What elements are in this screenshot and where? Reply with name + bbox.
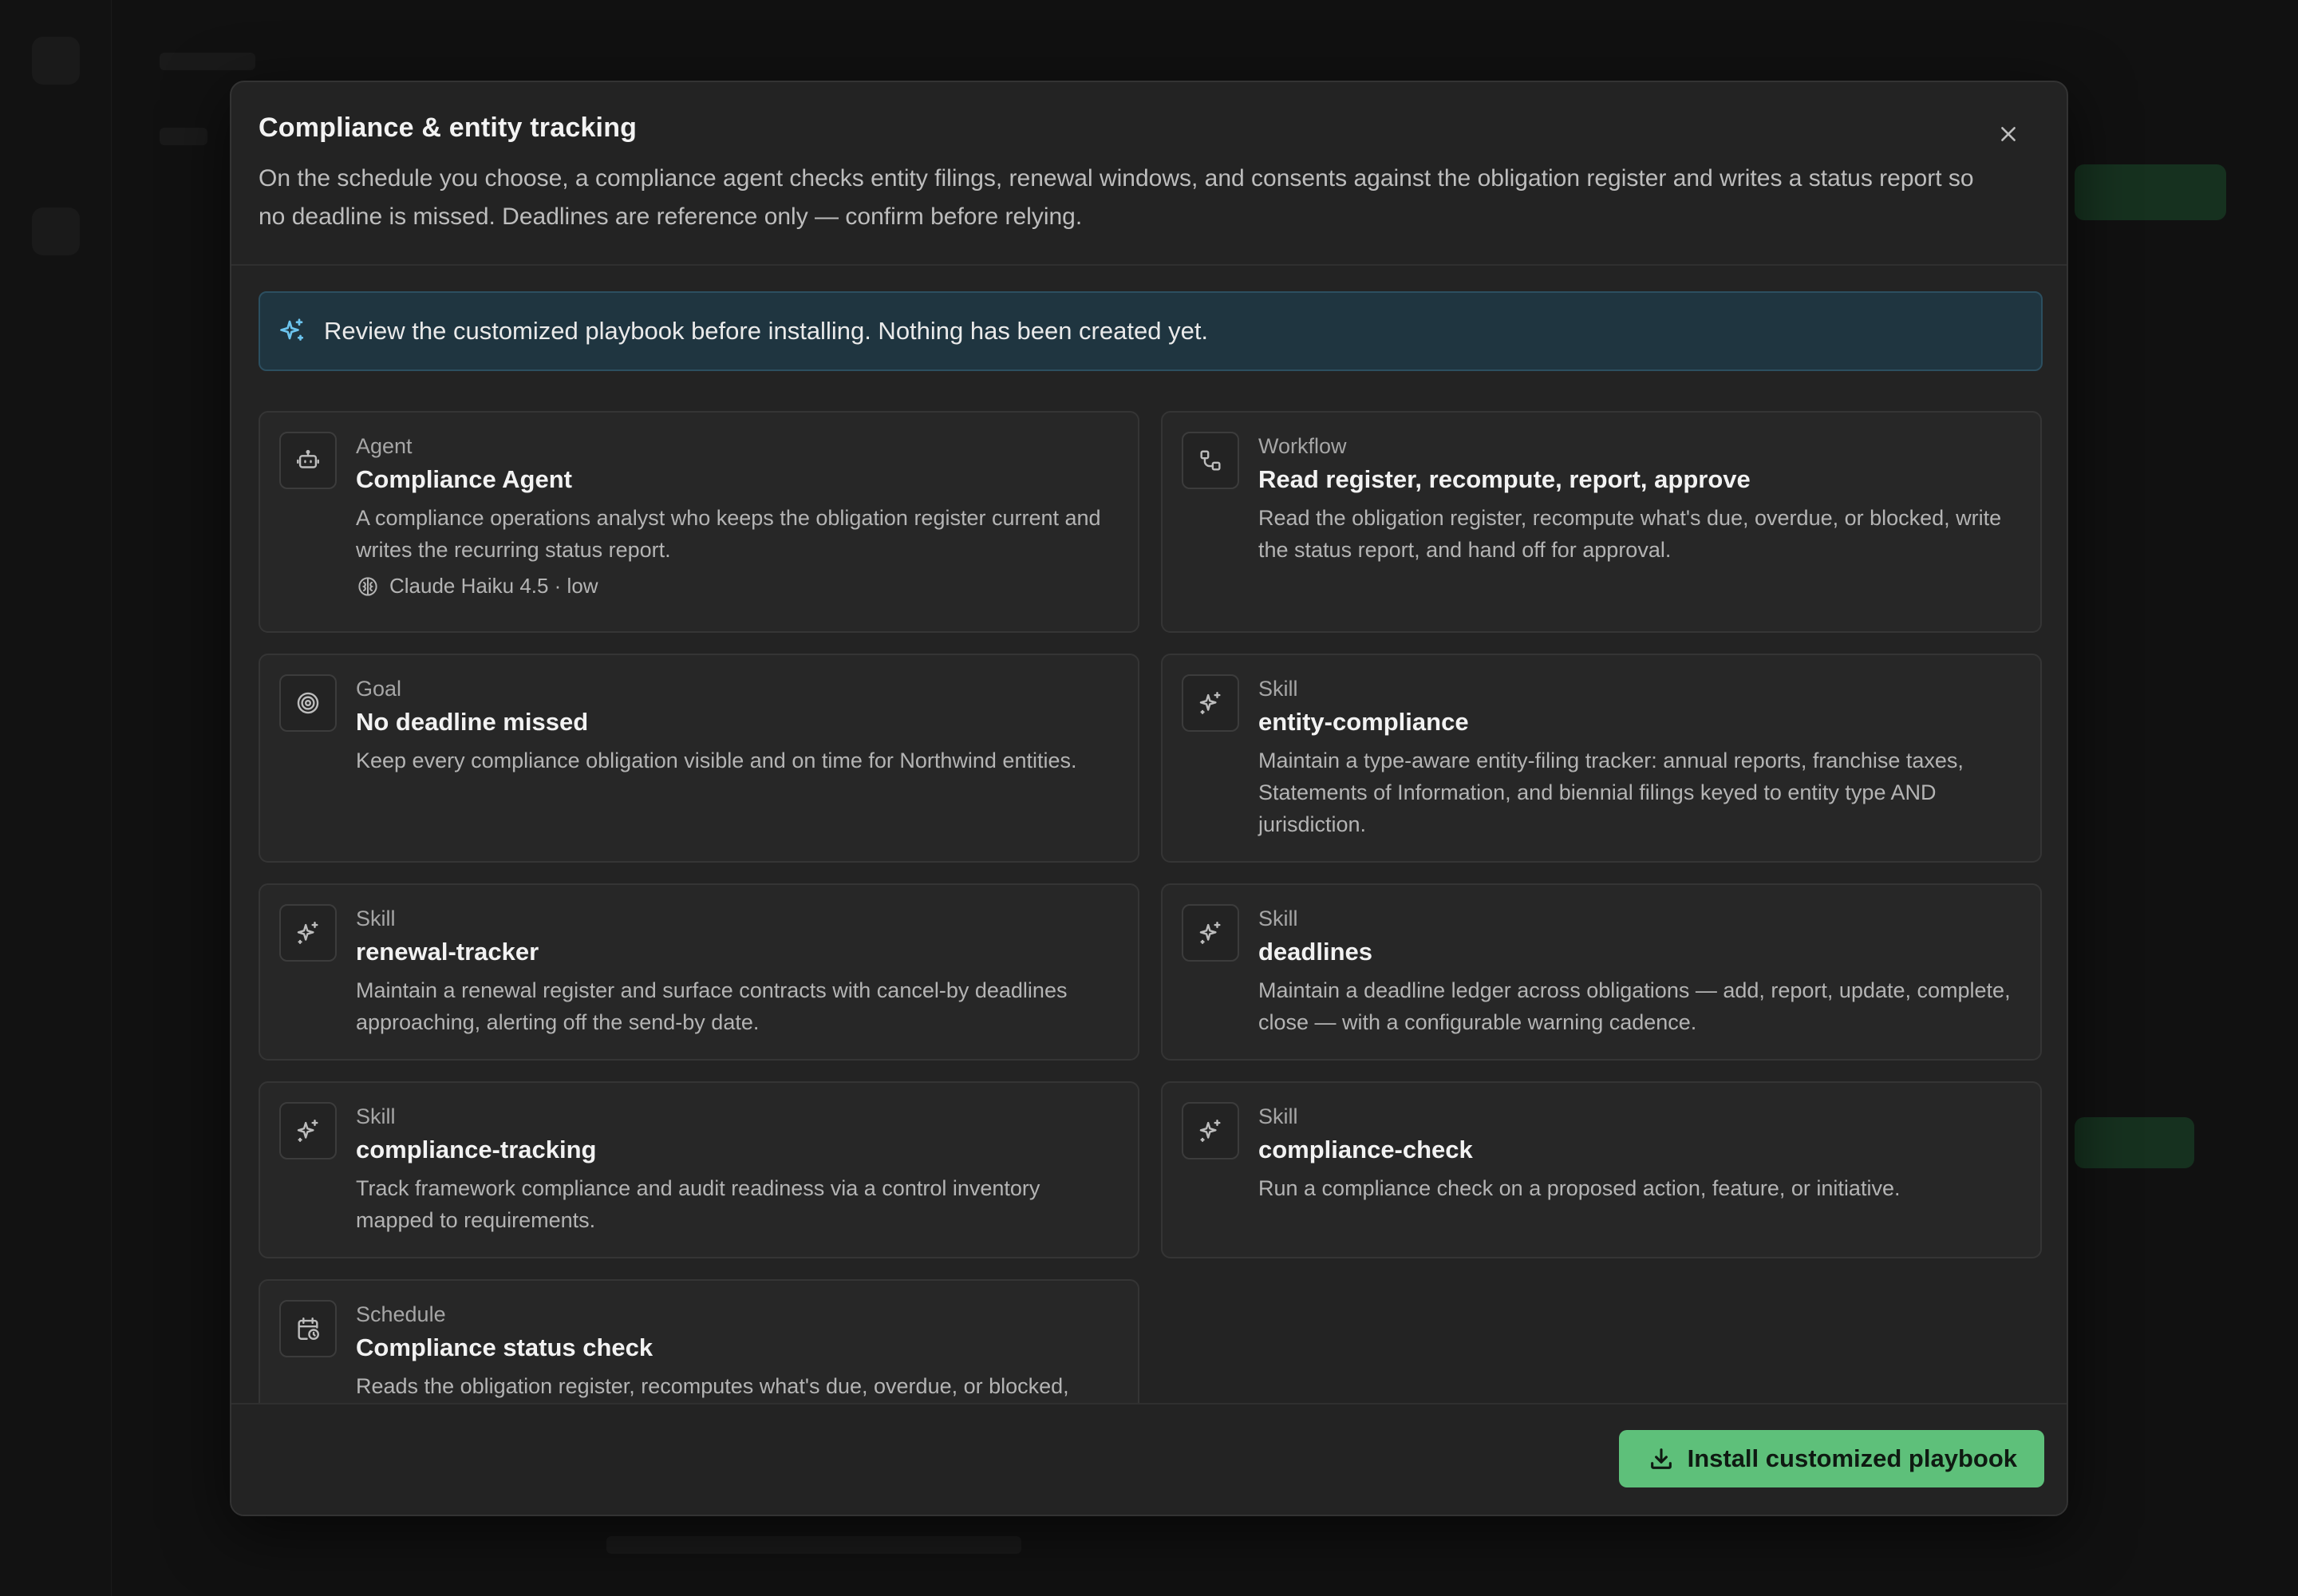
brain-icon	[356, 575, 380, 598]
background-text	[160, 128, 207, 145]
item-description: Maintain a type-aware entity-filing trac…	[1258, 749, 1964, 836]
sparkles-icon	[1182, 1102, 1239, 1159]
item-title: entity-compliance	[1258, 708, 1469, 736]
notice-text: Review the customized playbook before in…	[324, 317, 1209, 345]
robot-icon	[279, 432, 337, 489]
item-kind: Schedule	[356, 1302, 446, 1326]
playbook-items: Agent Compliance Agent A compliance oper…	[259, 411, 2043, 1486]
item-kind: Agent	[356, 434, 413, 458]
sparkles-icon	[278, 317, 306, 346]
item-card-skill-compliance-tracking[interactable]: Skill compliance-tracking Track framewor…	[259, 1081, 1139, 1258]
item-description: Read the obligation register, recompute …	[1258, 506, 2002, 562]
item-card-skill-compliance-check[interactable]: Skill compliance-check Run a compliance …	[1161, 1081, 2042, 1258]
item-kind: Skill	[1258, 907, 1298, 930]
item-card-workflow[interactable]: Workflow Read register, recompute, repor…	[1161, 411, 2042, 633]
target-icon	[279, 674, 337, 732]
close-icon	[2001, 127, 2016, 141]
item-kind: Goal	[356, 677, 402, 701]
install-button-label: Install customized playbook	[1687, 1444, 2017, 1472]
download-icon	[1648, 1445, 1675, 1472]
item-description: Track framework compliance and audit rea…	[356, 1176, 1040, 1232]
sparkles-icon	[1182, 674, 1239, 732]
item-description: Run a compliance check on a proposed act…	[1258, 1176, 1901, 1200]
background-nav-item	[32, 207, 80, 255]
item-title: compliance-check	[1258, 1136, 1473, 1163]
dialog-body[interactable]: Review the customized playbook before in…	[231, 266, 2067, 1486]
item-title: renewal-tracker	[356, 938, 539, 966]
sparkles-icon	[1182, 904, 1239, 962]
playbook-dialog: Compliance & entity tracking On the sche…	[230, 81, 2068, 1516]
item-kind: Skill	[1258, 1104, 1298, 1128]
model-label: Claude Haiku 4.5 · low	[389, 574, 598, 598]
item-card-skill-deadlines[interactable]: Skill deadlines Maintain a deadline ledg…	[1161, 883, 2042, 1061]
item-card-skill-entity-compliance[interactable]: Skill entity-compliance Maintain a type-…	[1161, 654, 2042, 863]
background-button	[2075, 1117, 2194, 1168]
sparkles-icon	[279, 1102, 337, 1159]
item-card-agent[interactable]: Agent Compliance Agent A compliance oper…	[259, 411, 1139, 633]
calendar-clock-icon	[279, 1300, 337, 1357]
item-title: Compliance status check	[356, 1333, 653, 1361]
item-kind: Skill	[356, 907, 396, 930]
item-description: Keep every compliance obligation visible…	[356, 749, 1077, 772]
background-logo	[32, 37, 80, 85]
background-button	[2075, 164, 2226, 220]
background-sidebar	[0, 0, 112, 1596]
item-card-goal[interactable]: Goal No deadline missed Keep every compl…	[259, 654, 1139, 863]
item-description: A compliance operations analyst who keep…	[356, 506, 1101, 562]
sparkles-icon	[279, 904, 337, 962]
dialog-header: Compliance & entity tracking On the sche…	[231, 82, 2067, 266]
item-description: Maintain a deadline ledger across obliga…	[1258, 978, 2011, 1034]
item-title: No deadline missed	[356, 708, 589, 736]
item-description: Maintain a renewal register and surface …	[356, 978, 1068, 1034]
dialog-description: On the schedule you choose, a compliance…	[259, 165, 1974, 230]
item-model-meta: Claude Haiku 4.5 · low	[356, 574, 1117, 598]
item-title: Compliance Agent	[356, 465, 572, 493]
item-card-skill-renewal-tracker[interactable]: Skill renewal-tracker Maintain a renewal…	[259, 883, 1139, 1061]
close-button[interactable]	[1988, 114, 2028, 154]
dialog-title: Compliance & entity tracking	[259, 113, 638, 143]
workflow-icon	[1182, 432, 1239, 489]
item-title: compliance-tracking	[356, 1136, 597, 1163]
background-text	[160, 53, 255, 70]
item-title: deadlines	[1258, 938, 1372, 966]
dialog-footer: Install customized playbook	[231, 1403, 2067, 1515]
review-notice: Review the customized playbook before in…	[259, 291, 2043, 371]
item-kind: Skill	[1258, 677, 1298, 701]
install-playbook-button[interactable]: Install customized playbook	[1618, 1430, 2044, 1487]
item-title: Read register, recompute, report, approv…	[1258, 465, 1751, 493]
item-kind: Workflow	[1258, 434, 1347, 458]
background-text	[606, 1536, 1021, 1554]
item-description: Reads the obligation register, recompute…	[356, 1374, 1069, 1398]
item-kind: Skill	[356, 1104, 396, 1128]
